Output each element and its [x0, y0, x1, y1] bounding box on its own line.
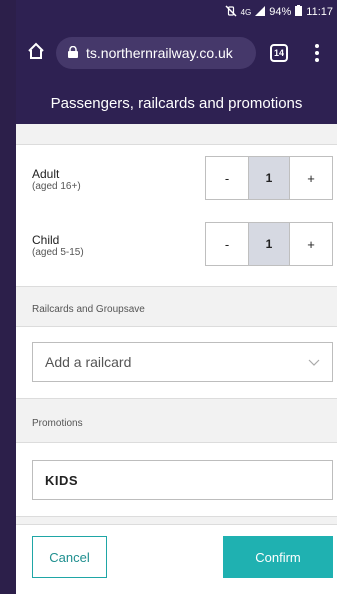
child-decrement-button[interactable]: - — [206, 223, 248, 265]
home-button[interactable] — [16, 24, 56, 82]
railcards-section-label: Railcards and Groupsave — [32, 304, 145, 315]
overflow-menu-button[interactable] — [302, 24, 332, 82]
adult-increment-button[interactable]: + — [290, 157, 332, 199]
confirm-button[interactable]: Confirm — [223, 536, 333, 578]
url-text: ts.northernrailway.co.uk — [86, 45, 233, 61]
status-bar: 4G 94% 11:17 — [16, 0, 337, 24]
page-title: Passengers, railcards and promotions — [16, 82, 337, 124]
adult-decrement-button[interactable]: - — [206, 157, 248, 199]
child-label: Child — [32, 233, 60, 247]
divider — [16, 524, 337, 525]
tab-count: 14 — [270, 44, 288, 62]
browser-toolbar: ts.northernrailway.co.uk 14 — [16, 24, 337, 82]
top-band — [16, 124, 337, 144]
divider — [16, 144, 337, 145]
divider — [16, 398, 337, 399]
child-count: 1 — [248, 223, 290, 265]
child-age-range: (aged 5-15) — [32, 247, 84, 258]
vibrate-off-icon — [225, 4, 237, 20]
clock: 11:17 — [306, 6, 333, 18]
divider — [16, 286, 337, 287]
left-gutter — [0, 0, 16, 594]
cancel-button[interactable]: Cancel — [32, 536, 107, 578]
footer-band — [16, 516, 337, 524]
divider — [16, 326, 337, 327]
adult-count: 1 — [248, 157, 290, 199]
adult-quantity-stepper: - 1 + — [205, 156, 333, 200]
railcard-select[interactable]: Add a railcard — [32, 342, 333, 382]
promotions-section-label: Promotions — [32, 418, 83, 429]
url-bar[interactable]: ts.northernrailway.co.uk — [56, 37, 256, 69]
battery-icon — [295, 5, 303, 19]
divider — [16, 516, 337, 517]
promo-code-input[interactable]: KIDS — [32, 460, 333, 500]
divider — [16, 442, 337, 443]
signal-icon — [255, 5, 266, 19]
network-type: 4G — [240, 7, 252, 17]
tab-switcher-button[interactable]: 14 — [256, 24, 302, 82]
menu-dot-icon — [315, 44, 319, 48]
lock-icon — [68, 45, 78, 61]
menu-dot-icon — [315, 51, 319, 55]
child-increment-button[interactable]: + — [290, 223, 332, 265]
adult-age-range: (aged 16+) — [32, 181, 81, 192]
passenger-panel: Adult (aged 16+) - 1 + Child (aged 5-15)… — [16, 124, 337, 594]
child-quantity-stepper: - 1 + — [205, 222, 333, 266]
chevron-down-icon — [308, 354, 320, 370]
railcard-select-value: Add a railcard — [45, 354, 132, 370]
menu-dot-icon — [315, 58, 319, 62]
adult-label: Adult — [32, 167, 60, 181]
battery-level: 94% — [269, 6, 292, 18]
home-icon — [27, 42, 45, 65]
